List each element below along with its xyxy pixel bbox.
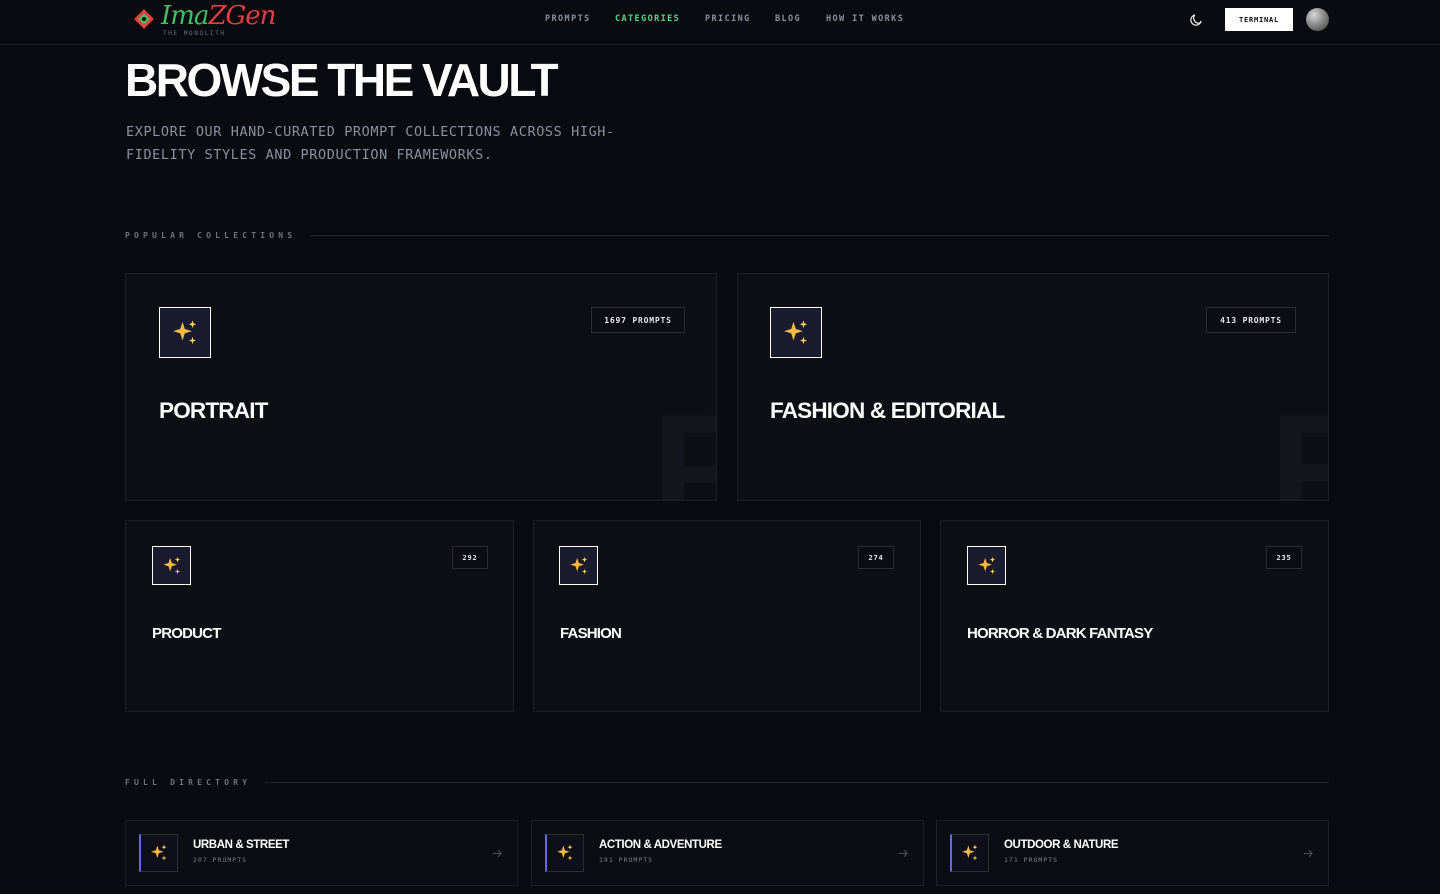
page-title: BROWSE THE VAULT [125, 54, 559, 106]
nav-prompts[interactable]: PROMPTS [545, 14, 615, 24]
card-title: FASHION [560, 625, 622, 642]
card-icon-box [770, 307, 822, 358]
sparkles-icon [161, 555, 183, 577]
directory-item-count: 171 PROMPTS [1004, 856, 1059, 864]
arrow-right-icon [492, 849, 502, 858]
prompt-count-badge: 1697 PROMPTS [591, 307, 685, 333]
sparkles-icon [960, 843, 980, 863]
card-icon-box [159, 307, 211, 358]
arrow-right-icon [1303, 849, 1313, 858]
full-directory-header: FULL DIRECTORY [125, 777, 1329, 787]
nav-blog[interactable]: BLOG [775, 14, 826, 24]
directory-icon-box [545, 834, 584, 872]
card-icon-box [559, 546, 598, 585]
terminal-button[interactable]: TERMINAL [1225, 8, 1293, 31]
user-avatar[interactable] [1306, 8, 1329, 31]
directory-item-count: 191 PROMPTS [599, 856, 654, 864]
prompt-count-badge: 235 [1266, 546, 1302, 569]
brand-name: ImaZGen [161, 1, 276, 31]
card-icon-box [152, 546, 191, 585]
directory-item-title: OUTDOOR & NATURE [1004, 839, 1119, 851]
sparkles-icon [555, 843, 575, 863]
card-icon-box [967, 546, 1006, 585]
prompt-count-badge: 292 [452, 546, 488, 569]
collection-card-portrait[interactable]: P 1697 PROMPTS PORTRAIT [125, 273, 717, 501]
collection-card-horror-dark-fantasy[interactable]: 235 HORROR & DARK FANTASY [940, 520, 1329, 712]
brand-logo[interactable]: ImaZGen THE MONOLITH [133, 1, 276, 40]
popular-collections-header: POPULAR COLLECTIONS [125, 230, 1329, 240]
nav-categories[interactable]: CATEGORIES [615, 14, 705, 24]
nav-how-it-works[interactable]: HOW IT WORKS [826, 14, 904, 24]
directory-item-count: 207 PROMPTS [193, 856, 248, 864]
logo-mark-icon [134, 9, 154, 29]
moon-icon[interactable] [1189, 12, 1204, 27]
directory-icon-box [950, 834, 989, 872]
nav-pricing[interactable]: PRICING [705, 14, 775, 24]
sparkles-icon [781, 318, 811, 348]
directory-item-title: ACTION & ADVENTURE [599, 839, 722, 851]
sparkles-icon [170, 318, 200, 348]
section-divider [310, 234, 1329, 236]
directory-item-urban-street[interactable]: URBAN & STREET 207 PROMPTS [125, 820, 518, 886]
directory-item-outdoor-nature[interactable]: OUTDOOR & NATURE 171 PROMPTS [936, 820, 1329, 886]
sparkles-icon [568, 555, 590, 577]
brand-name-part1: Ima [161, 1, 209, 31]
brand-tagline: THE MONOLITH [163, 30, 226, 37]
popular-collections-label: POPULAR COLLECTIONS [125, 230, 297, 240]
prompt-count-badge: 274 [858, 546, 894, 569]
page-subtitle: EXPLORE OUR HAND-CURATED PROMPT COLLECTI… [126, 124, 615, 163]
sparkles-icon [976, 555, 998, 577]
card-title: PORTRAIT [159, 398, 268, 423]
card-title: HORROR & DARK FANTASY [967, 625, 1153, 642]
directory-icon-box [139, 834, 178, 872]
collection-card-fashion[interactable]: 274 FASHION [533, 520, 921, 712]
collection-card-fashion-editorial[interactable]: F 413 PROMPTS FASHION & EDITORIAL [737, 273, 1329, 501]
card-watermark-letter: P [652, 392, 716, 500]
main-nav: PROMPTS CATEGORIES PRICING BLOG HOW IT W… [545, 14, 904, 24]
full-directory-label: FULL DIRECTORY [125, 777, 252, 787]
card-title: FASHION & EDITORIAL [770, 398, 1005, 423]
brand-name-part2: ZGen [208, 1, 276, 31]
prompt-count-badge: 413 PROMPTS [1206, 307, 1296, 333]
card-title: PRODUCT [152, 625, 221, 642]
collection-card-product[interactable]: 292 PRODUCT [125, 520, 514, 712]
section-divider [265, 781, 1329, 783]
directory-item-title: URBAN & STREET [193, 839, 289, 851]
directory-item-action-adventure[interactable]: ACTION & ADVENTURE 191 PROMPTS [531, 820, 924, 886]
sparkles-icon [149, 843, 169, 863]
card-watermark-letter: F [1270, 392, 1328, 500]
top-navbar: ImaZGen THE MONOLITH PROMPTS CATEGORIES … [0, 0, 1440, 45]
arrow-right-icon [898, 849, 908, 858]
